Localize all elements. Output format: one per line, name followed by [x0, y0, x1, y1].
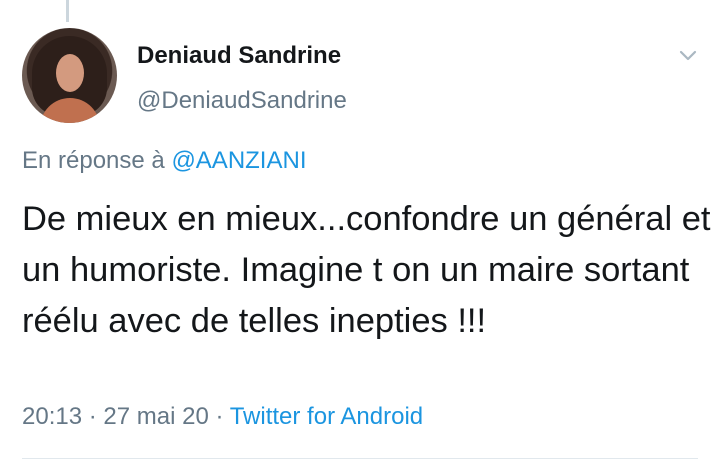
tweet-text: De mieux en mieux...confondre un général… — [22, 200, 711, 340]
chevron-down-icon[interactable] — [676, 44, 700, 68]
avatar-face — [56, 54, 84, 92]
avatar[interactable] — [22, 28, 117, 123]
author-handle[interactable]: @DeniaudSandrine — [137, 87, 347, 115]
meta-separator: · — [208, 403, 230, 430]
thread-connector-line — [66, 0, 69, 22]
reply-prefix: En réponse à — [22, 147, 172, 174]
tweet-metadata: 20:13 · 27 mai 20 · Twitter for Android — [22, 403, 423, 431]
reply-mention-link[interactable]: @AANZIANI — [171, 147, 306, 174]
author-display-name[interactable]: Deniaud Sandrine — [137, 42, 341, 70]
tweet-time[interactable]: 20:13 — [22, 403, 82, 430]
meta-separator: · — [82, 403, 104, 430]
divider — [22, 458, 698, 459]
tweet-source-link[interactable]: Twitter for Android — [230, 403, 423, 430]
reply-context: En réponse à @AANZIANI — [22, 147, 306, 175]
tweet-date[interactable]: 27 mai 20 — [103, 403, 208, 430]
tweet-detail: Deniaud Sandrine @DeniaudSandrine En rép… — [0, 0, 720, 465]
